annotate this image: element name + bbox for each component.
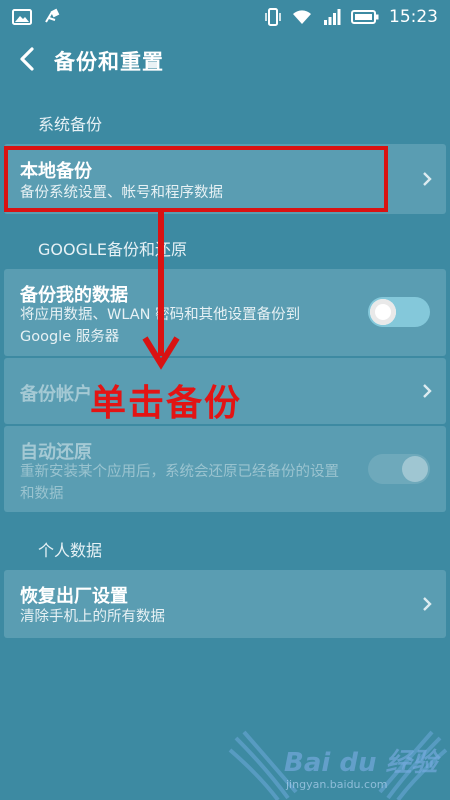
section-header-google: GOOGLE备份和还原: [38, 240, 188, 259]
chevron-right-icon: [422, 171, 432, 191]
factory-reset-subtitle: 清除手机上的所有数据: [20, 609, 165, 625]
factory-reset-title: 恢复出厂设置: [20, 586, 128, 607]
toggle-knob: [370, 299, 396, 325]
back-button[interactable]: [0, 36, 54, 86]
annotation-text: 单击备份: [90, 383, 243, 424]
status-time: 15:23: [389, 7, 438, 27]
chevron-left-icon: [19, 47, 35, 75]
backup-my-data-subtitle: 将应用数据、WLAN 密码和其他设置备份到 Google 服务器: [20, 307, 301, 345]
page-title: 备份和重置: [54, 50, 164, 74]
app-bar: 备份和重置: [0, 36, 450, 86]
auto-restore-item[interactable]: 自动还原 重新安装某个应用后，系统会还原已经备份的设置和数据: [4, 426, 446, 512]
image-icon: [12, 9, 32, 25]
auto-restore-subtitle: 重新安装某个应用后，系统会还原已经备份的设置和数据: [20, 464, 339, 502]
backup-my-data-toggle[interactable]: [368, 297, 430, 327]
backup-my-data-item[interactable]: 备份我的数据 将应用数据、WLAN 密码和其他设置备份到 Google 服务器: [4, 269, 446, 356]
factory-reset-item[interactable]: 恢复出厂设置 清除手机上的所有数据: [4, 570, 446, 638]
watermark-url: jingyan.baidu.com: [286, 778, 388, 791]
battery-icon: [351, 9, 379, 25]
chevron-right-icon: [422, 596, 432, 616]
auto-restore-toggle[interactable]: [368, 454, 430, 484]
local-backup-item[interactable]: 本地备份 备份系统设置、帐号和程序数据: [4, 144, 446, 214]
watermark-brand: Bai du 经验: [284, 748, 438, 778]
status-bar: 15:23: [0, 0, 450, 34]
backup-account-title: 备份帐户: [20, 384, 92, 405]
chevron-right-icon: [422, 383, 432, 403]
section-header-personal: 个人数据: [38, 541, 103, 560]
signal-icon: [323, 9, 341, 25]
usb-icon: [42, 8, 60, 26]
local-backup-title: 本地备份: [20, 161, 92, 182]
wifi-icon: [291, 8, 313, 26]
watermark: Bai du 经验 jingyan.baidu.com: [226, 728, 450, 800]
section-header-system-backup: 系统备份: [38, 115, 103, 134]
toggle-knob: [402, 456, 428, 482]
local-backup-subtitle: 备份系统设置、帐号和程序数据: [20, 185, 223, 201]
vibrate-icon: [265, 8, 281, 26]
